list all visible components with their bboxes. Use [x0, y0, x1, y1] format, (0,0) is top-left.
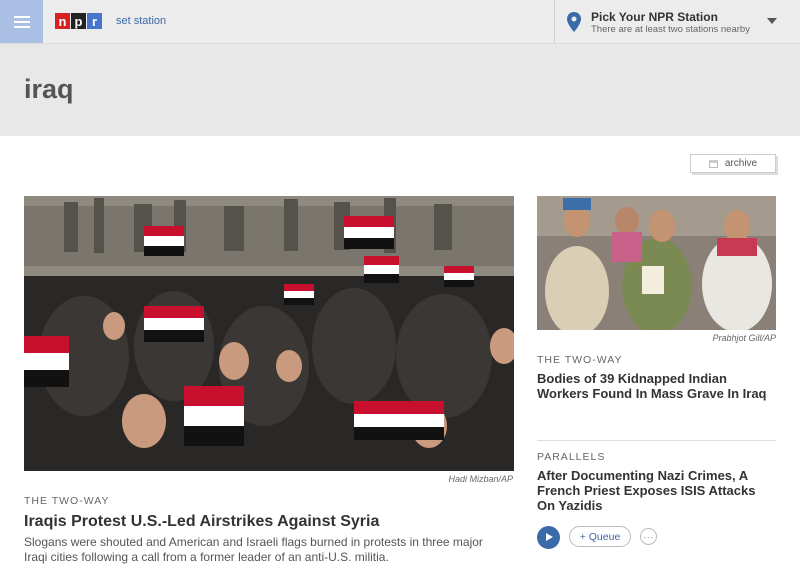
more-options-button[interactable]: ···: [640, 528, 657, 545]
calendar-icon: [708, 159, 718, 168]
side-story-headline[interactable]: After Documenting Nazi Crimes, A French …: [537, 468, 776, 513]
menu-icon-line: [13, 15, 30, 18]
logo-letter-r: r: [87, 13, 102, 29]
location-pin-icon: [567, 12, 581, 32]
npr-logo[interactable]: n p r: [55, 13, 102, 29]
main-image-credit: Hadi Mizban/AP: [448, 474, 513, 484]
side-story-image[interactable]: [537, 196, 776, 330]
play-button[interactable]: [537, 526, 560, 549]
main-story-image[interactable]: [24, 196, 514, 471]
side-story-kicker[interactable]: The Two-Way: [537, 354, 622, 366]
station-picker[interactable]: Pick Your NPR Station There are at least…: [554, 0, 800, 43]
set-station-link[interactable]: set station: [116, 15, 166, 27]
side-image-credit: Prabhjot Gill/AP: [712, 333, 776, 343]
station-picker-subtitle: There are at least two stations nearby: [591, 24, 750, 35]
side-story-kicker[interactable]: Parallels: [537, 451, 605, 463]
main-story-headline[interactable]: Iraqis Protest U.S.-Led Airstrikes Again…: [24, 513, 504, 531]
menu-icon-line: [13, 20, 30, 23]
logo-letter-n: n: [55, 13, 70, 29]
archive-button[interactable]: archive: [690, 154, 776, 173]
queue-button[interactable]: + Queue: [569, 526, 631, 547]
main-story-kicker[interactable]: The Two-Way: [24, 495, 109, 507]
page-header-band: iraq: [0, 44, 800, 136]
top-navigation-bar: n p r set station Pick Your NPR Station …: [0, 0, 800, 44]
mourners-photo: [537, 196, 776, 330]
page-title: iraq: [24, 74, 74, 104]
menu-button[interactable]: [0, 0, 43, 43]
divider: [537, 440, 776, 441]
logo-letter-p: p: [71, 13, 86, 29]
side-story-headline[interactable]: Bodies of 39 Kidnapped Indian Workers Fo…: [537, 371, 767, 401]
station-picker-title: Pick Your NPR Station: [591, 10, 718, 24]
main-story-teaser: Slogans were shouted and American and Is…: [24, 535, 483, 564]
chevron-down-icon: [767, 18, 777, 24]
menu-icon-line: [13, 25, 30, 28]
archive-label: archive: [724, 158, 758, 169]
protest-photo: [24, 196, 514, 471]
